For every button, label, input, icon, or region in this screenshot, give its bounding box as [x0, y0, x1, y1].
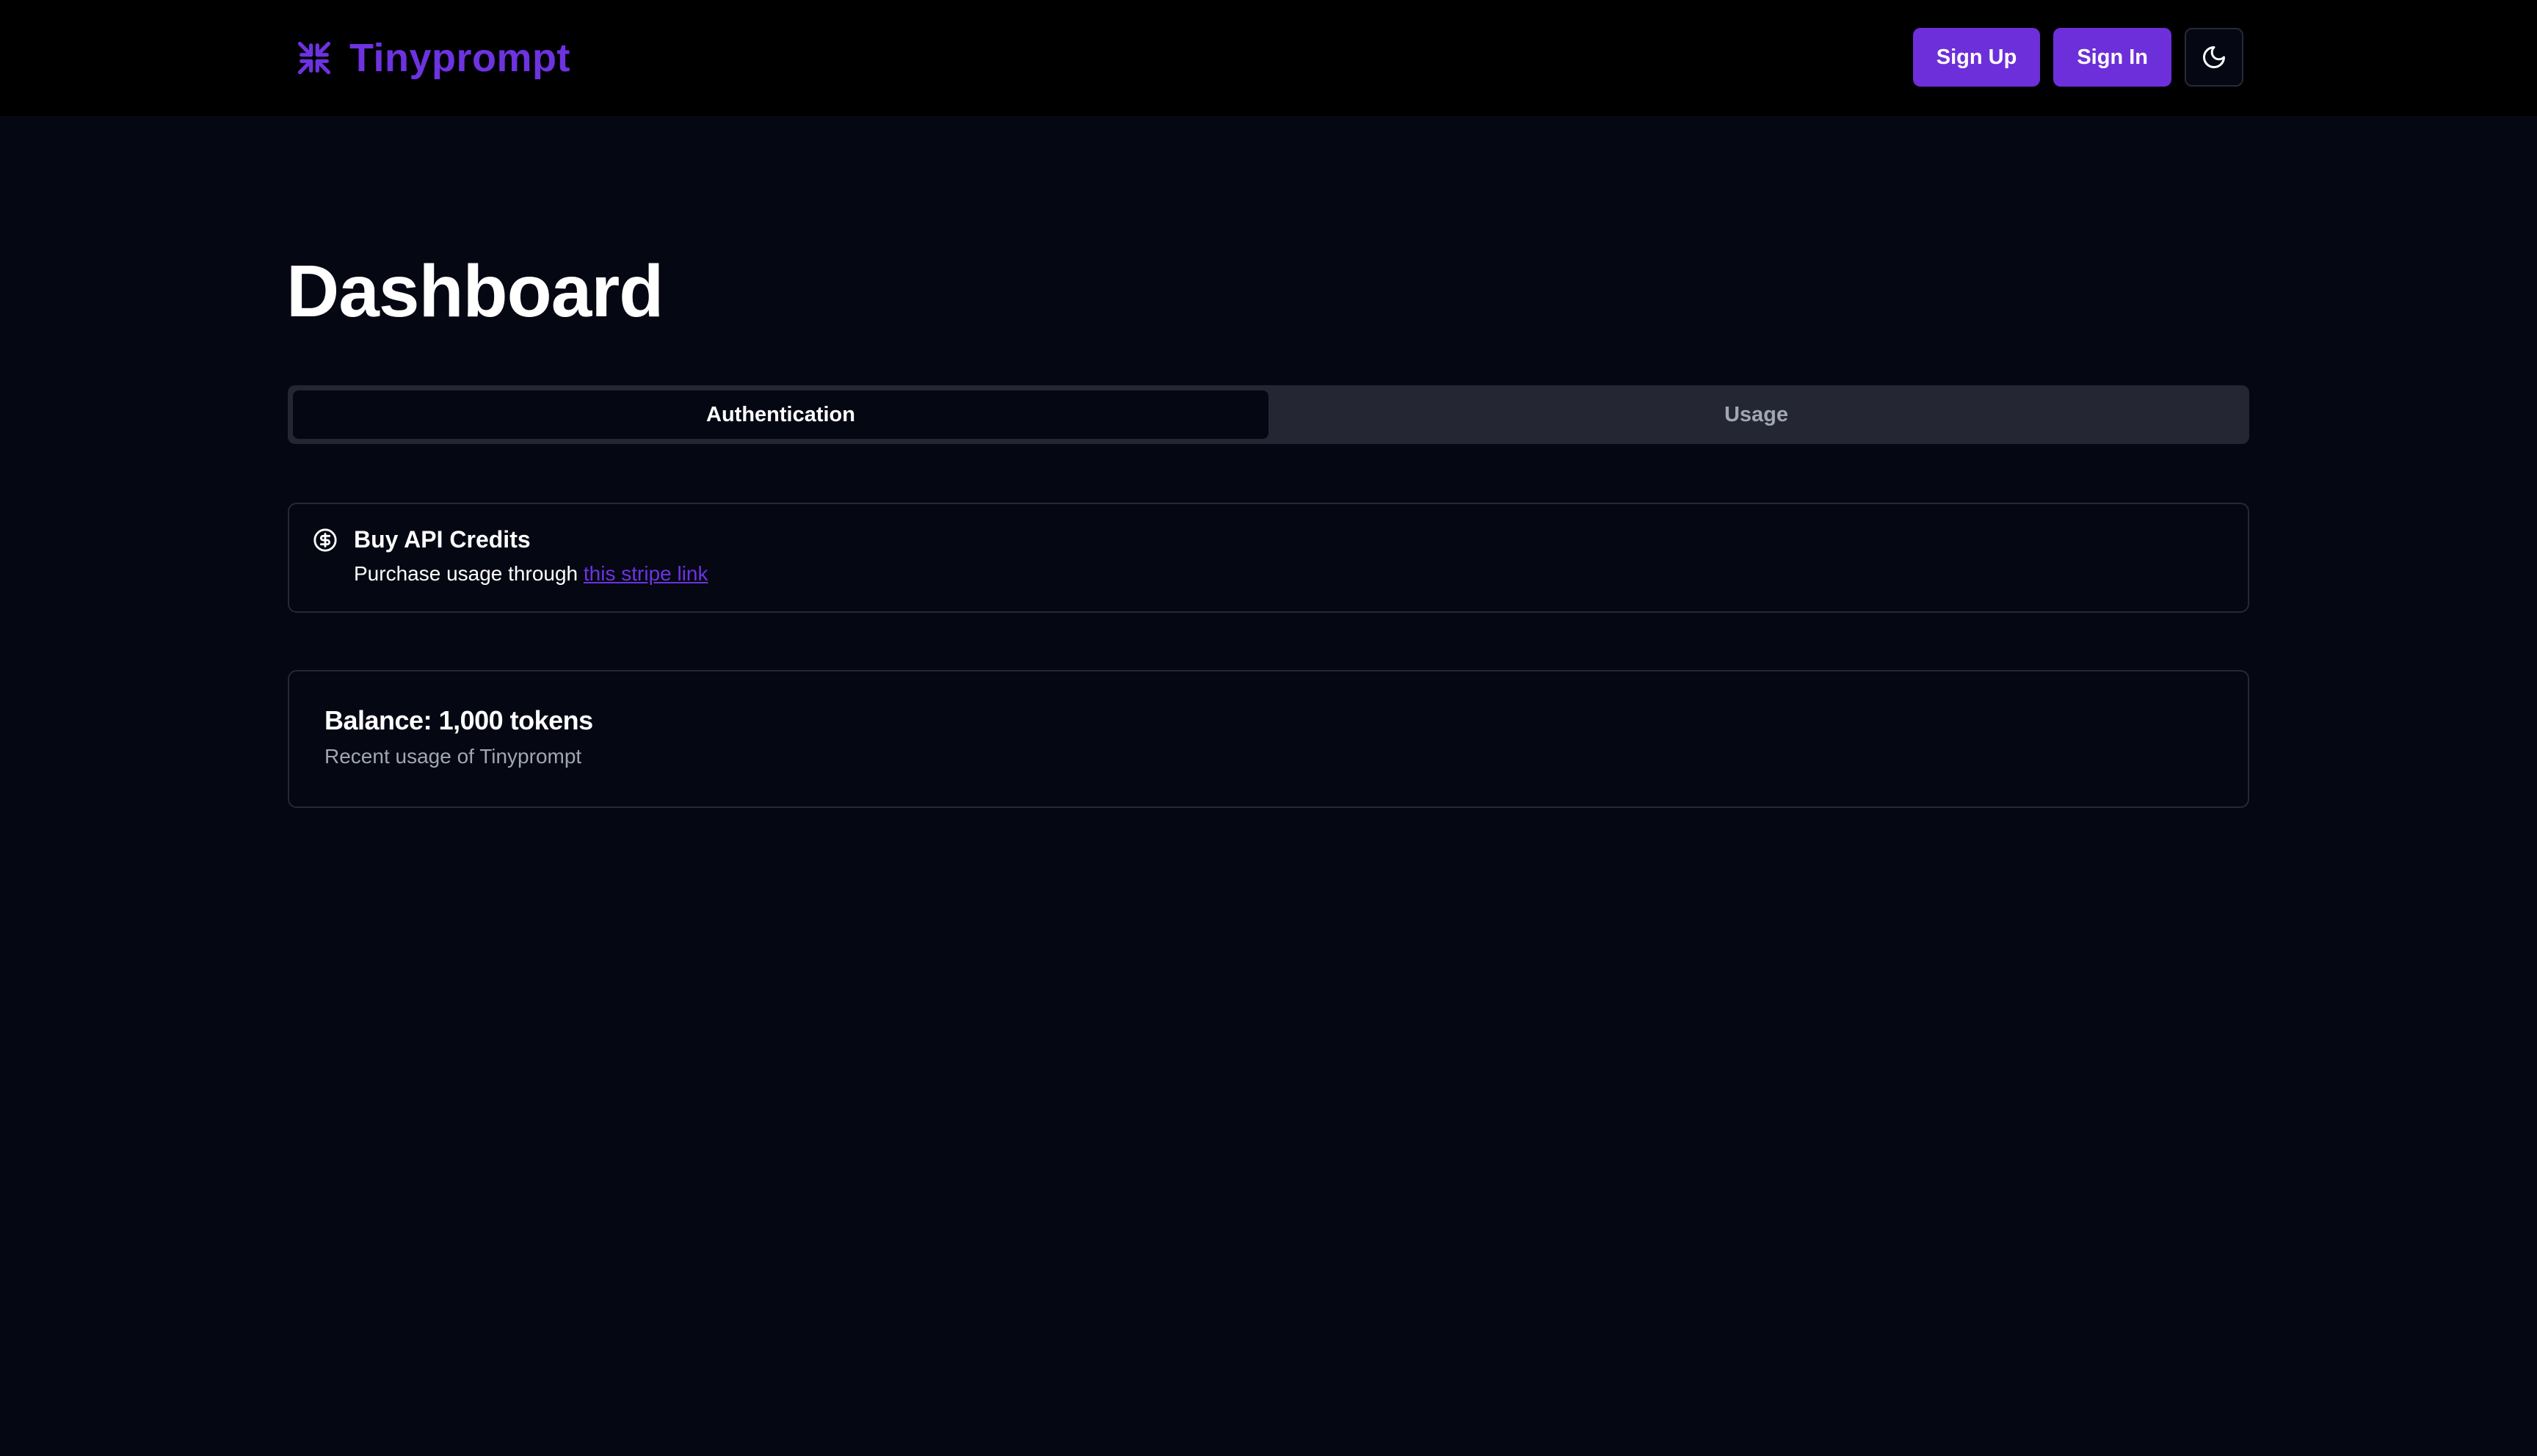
balance-title: Balance: 1,000 tokens — [324, 705, 593, 735]
stripe-link[interactable]: this stripe link — [584, 562, 708, 585]
shrink-arrows-icon — [297, 41, 331, 75]
sign-in-button[interactable]: Sign In — [2053, 28, 2171, 87]
theme-toggle-button[interactable] — [2185, 28, 2243, 87]
credits-description-text: Purchase usage through — [354, 562, 584, 585]
brand-name: Tinyprompt — [349, 36, 570, 80]
credits-card-title: Buy API Credits — [354, 526, 531, 553]
tab-usage[interactable]: Usage — [1268, 390, 2244, 439]
balance-subtitle: Recent usage of Tinyprompt — [324, 745, 582, 768]
buy-credits-card: Buy API Credits Purchase usage through t… — [288, 503, 2249, 613]
tab-authentication[interactable]: Authentication — [293, 390, 1268, 439]
header-actions: Sign Up Sign In — [1912, 28, 2243, 87]
brand-logo-link[interactable]: Tinyprompt — [295, 34, 570, 82]
balance-card: Balance: 1,000 tokens Recent usage of Ti… — [288, 670, 2249, 808]
moon-icon — [2203, 46, 2225, 68]
credits-card-description: Purchase usage through this stripe link — [354, 562, 708, 586]
dollar-circle-icon — [313, 528, 337, 552]
sign-up-button[interactable]: Sign Up — [1912, 28, 2041, 87]
dashboard-tabs: Authentication Usage — [288, 385, 2249, 444]
top-navigation-bar: Tinyprompt Sign Up Sign In — [0, 0, 2537, 116]
page-title: Dashboard — [286, 250, 664, 332]
